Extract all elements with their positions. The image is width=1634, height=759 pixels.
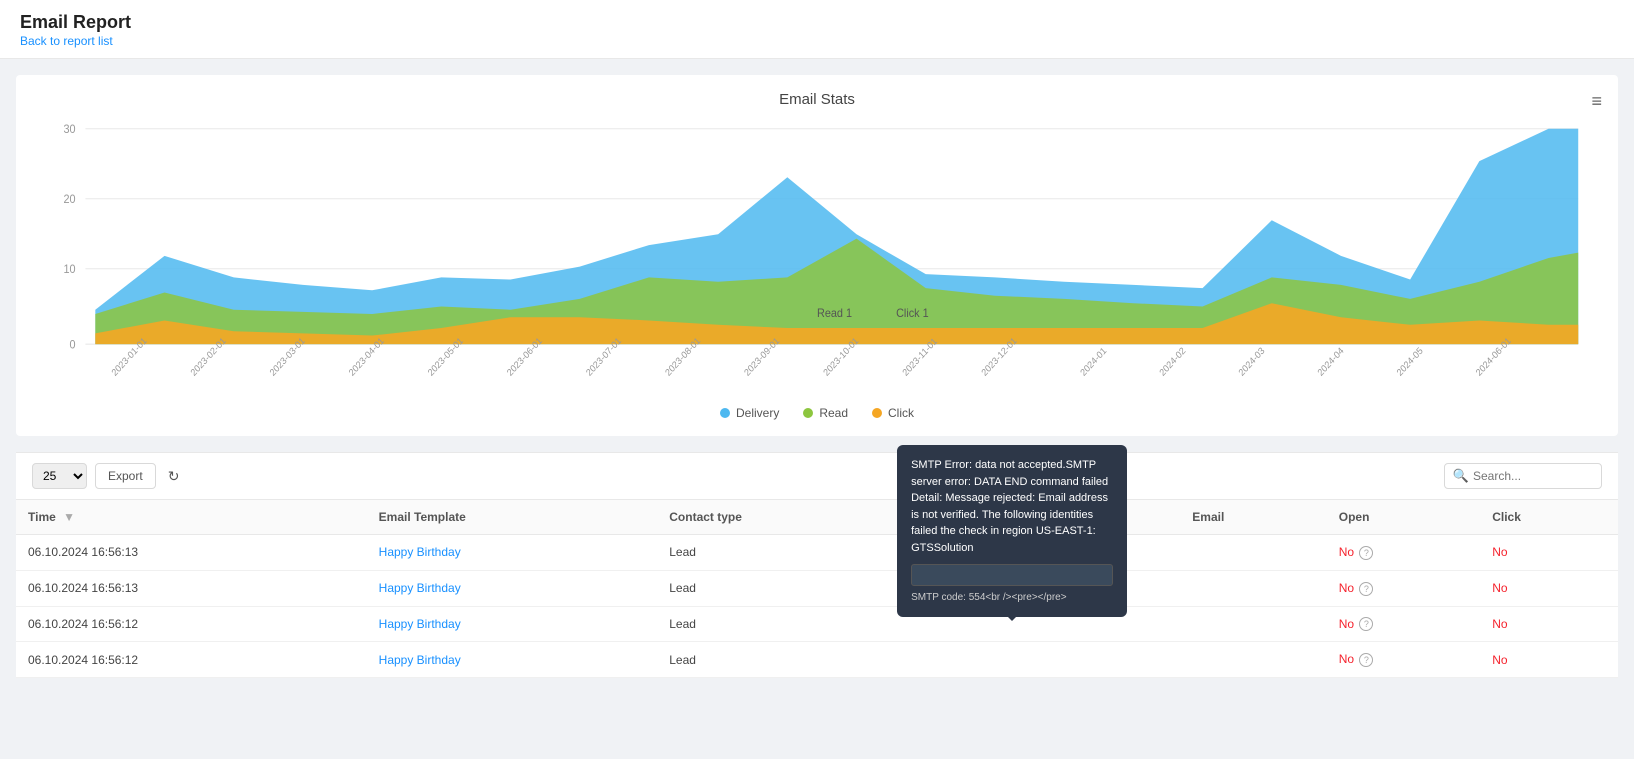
error-tooltip: SMTP Error: data not accepted.SMTP serve… [897, 445, 1127, 617]
sort-icon-time: ▼ [63, 510, 75, 524]
legend-label-delivery: Delivery [736, 406, 779, 420]
cell-email-1 [1180, 570, 1326, 606]
table-row: 06.10.2024 16:56:12 Happy Birthday Lead … [16, 642, 1618, 678]
cell-open-0: No ? [1327, 535, 1480, 571]
col-click: Click [1480, 500, 1618, 535]
cell-click-2: No [1480, 606, 1618, 642]
chart-title: Email Stats [36, 91, 1598, 108]
chart-section: Email Stats ≡ 30 20 10 0 2023-01-01 2023… [16, 75, 1618, 436]
cell-template-1: Happy Birthday [367, 570, 658, 606]
page-header: Email Report Back to report list [0, 0, 1634, 59]
export-button[interactable]: Export [95, 463, 156, 489]
table-row: 06.10.2024 16:56:12 Happy Birthday Lead … [16, 606, 1618, 642]
cell-email-3 [1180, 642, 1326, 678]
col-email: Email [1180, 500, 1326, 535]
svg-text:2024-01: 2024-01 [1079, 345, 1109, 378]
cell-contact-type-1: Lead [657, 570, 910, 606]
per-page-select[interactable]: 10 25 50 100 [32, 463, 87, 489]
search-wrapper: 🔍 [1444, 463, 1602, 489]
cell-click-1: No [1480, 570, 1618, 606]
svg-text:0: 0 [69, 339, 75, 352]
cell-click-3: No [1480, 642, 1618, 678]
svg-text:10: 10 [63, 264, 75, 277]
svg-text:2024-02: 2024-02 [1158, 345, 1188, 378]
open-help-icon-3[interactable]: ? [1359, 653, 1373, 667]
chart-legend: Delivery Read Click [36, 406, 1598, 420]
svg-text:2024-04: 2024-04 [1316, 345, 1346, 378]
cell-contact-type-0: Lead [657, 535, 910, 571]
open-help-icon-0[interactable]: ? [1359, 546, 1373, 560]
cell-time-0: 06.10.2024 16:56:13 [16, 535, 367, 571]
cell-template-2: Happy Birthday [367, 606, 658, 642]
legend-label-read: Read [819, 406, 848, 420]
data-table: Time ▼ Email Template Contact type Conta… [16, 499, 1618, 678]
table-controls: 10 25 50 100 Export ↻ 🔍 [16, 452, 1618, 499]
cell-open-3: No ? [1327, 642, 1480, 678]
table-row: 06.10.2024 16:56:13 Happy Birthday Lead … [16, 570, 1618, 606]
cell-open-2: No ? [1327, 606, 1480, 642]
page-title: Email Report [20, 12, 1614, 33]
table-header-row: Time ▼ Email Template Contact type Conta… [16, 500, 1618, 535]
refresh-button[interactable]: ↻ [164, 464, 184, 489]
legend-dot-delivery [720, 408, 730, 418]
cell-time-1: 06.10.2024 16:56:13 [16, 570, 367, 606]
col-time[interactable]: Time ▼ [16, 500, 367, 535]
legend-label-click: Click [888, 406, 914, 420]
svg-text:30: 30 [63, 124, 75, 137]
open-help-icon-1[interactable]: ? [1359, 582, 1373, 596]
cell-contact-type-2: Lead [657, 606, 910, 642]
tooltip-code: SMTP code: 554<br /><pre></pre> [911, 590, 1113, 605]
table-row: 06.10.2024 16:56:13 Happy Birthday Lead … [16, 535, 1618, 571]
search-icon: 🔍 [1453, 468, 1469, 484]
cell-email-2 [1180, 606, 1326, 642]
col-contact-type: Contact type [657, 500, 910, 535]
cell-time-3: 06.10.2024 16:56:12 [16, 642, 367, 678]
tooltip-input[interactable] [911, 564, 1113, 586]
svg-text:2024-05: 2024-05 [1395, 345, 1425, 378]
svg-text:Click 1: Click 1 [896, 308, 929, 321]
svg-text:20: 20 [63, 194, 75, 207]
cell-template-3: Happy Birthday [367, 642, 658, 678]
legend-click: Click [872, 406, 914, 420]
back-to-list-link[interactable]: Back to report list [20, 34, 113, 48]
col-email-template: Email Template [367, 500, 658, 535]
open-help-icon-2[interactable]: ? [1359, 617, 1373, 631]
chart-svg: 30 20 10 0 2023-01-01 2023-02-01 2023-03… [36, 118, 1598, 398]
cell-contact-type-3: Lead [657, 642, 910, 678]
cell-time-2: 06.10.2024 16:56:12 [16, 606, 367, 642]
legend-delivery: Delivery [720, 406, 779, 420]
cell-template-0: Happy Birthday [367, 535, 658, 571]
cell-click-0: No [1480, 535, 1618, 571]
cell-open-1: No ? [1327, 570, 1480, 606]
svg-text:Read 1: Read 1 [817, 308, 852, 321]
cell-contact-name-3 [910, 642, 1180, 678]
svg-text:2024-03: 2024-03 [1237, 345, 1267, 378]
col-open: Open [1327, 500, 1480, 535]
tooltip-message: SMTP Error: data not accepted.SMTP serve… [911, 457, 1113, 556]
legend-dot-click [872, 408, 882, 418]
chart-menu-icon[interactable]: ≡ [1591, 91, 1602, 112]
legend-read: Read [803, 406, 848, 420]
search-input[interactable] [1473, 469, 1593, 483]
cell-email-0 [1180, 535, 1326, 571]
chart-container: 30 20 10 0 2023-01-01 2023-02-01 2023-03… [36, 118, 1598, 398]
legend-dot-read [803, 408, 813, 418]
